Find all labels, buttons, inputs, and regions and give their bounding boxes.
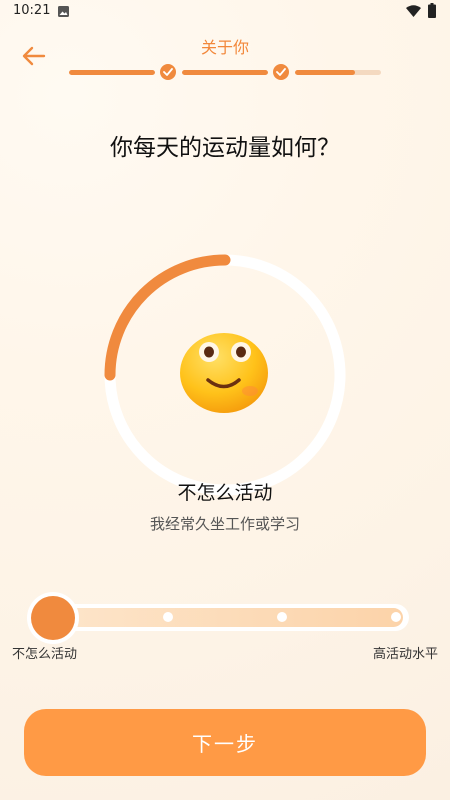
activity-slider-track[interactable]: [28, 604, 409, 631]
activity-level-title: 不怎么活动: [177, 482, 273, 504]
battery-icon: [428, 3, 436, 18]
status-bar: 10:21: [0, 0, 450, 24]
step-segment-3: [295, 70, 381, 75]
step-check-icon: [160, 64, 176, 80]
activity-slider-thumb[interactable]: [31, 596, 75, 640]
step-segment-3-fill: [295, 70, 356, 75]
slider-stop[interactable]: [163, 612, 173, 622]
step-check-icon: [273, 64, 289, 80]
step-segment-2-fill: [182, 70, 268, 75]
wifi-icon: [406, 5, 421, 17]
gallery-icon: [58, 6, 69, 17]
slider-stop[interactable]: [277, 612, 287, 622]
slider-stop[interactable]: [391, 612, 401, 622]
slider-track-fill: [34, 608, 403, 627]
step-segment-1-fill: [69, 70, 155, 75]
slider-min-label: 不怎么活动: [12, 647, 78, 662]
smiling-face-icon: [180, 333, 268, 413]
status-time: 10:21: [13, 3, 51, 18]
question-heading: 你每天的运动量如何？: [110, 135, 340, 161]
step-segment-1: [69, 70, 155, 75]
next-button[interactable]: 下一步: [24, 709, 426, 776]
progress-stepper: [0, 62, 450, 84]
step-segment-2: [182, 70, 268, 75]
activity-level-description: 我经常久坐工作或学习: [149, 515, 300, 533]
slider-max-label: 高活动水平: [372, 647, 438, 662]
page-title: 关于你: [200, 38, 249, 57]
